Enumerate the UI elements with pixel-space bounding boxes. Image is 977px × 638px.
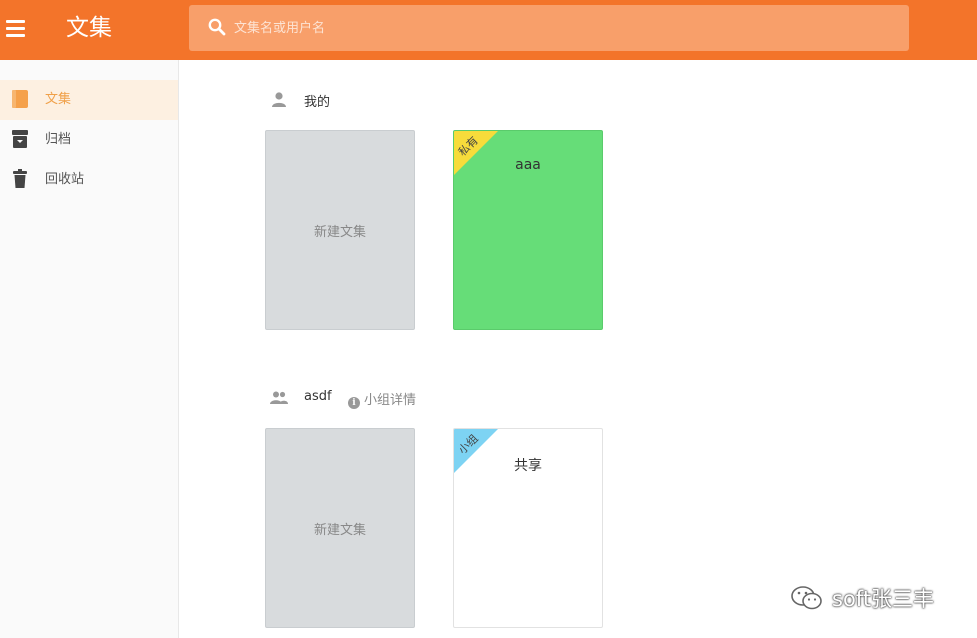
sidebar-item-label: 回收站 [45, 172, 85, 187]
card-title: 共享 [514, 458, 542, 474]
sidebar-item-label: 文集 [45, 92, 72, 107]
card-label: 新建文集 [313, 522, 366, 538]
collection-card-shared[interactable]: 小组 共享 [453, 428, 603, 628]
sidebar-item-collections[interactable]: 文集 [0, 80, 178, 120]
new-collection-card[interactable]: 新建文集 [265, 130, 415, 330]
sidebar-item-trash[interactable]: 回收站 [0, 160, 178, 200]
group-name: 我的 [304, 95, 331, 110]
user-icon [272, 92, 286, 107]
new-collection-card[interactable]: 新建文集 [265, 428, 415, 628]
collection-card-aaa[interactable]: 私有 aaa [453, 130, 603, 330]
group-name: asdf [304, 389, 332, 404]
sidebar-item-label: 归档 [45, 132, 72, 147]
watermark-text: soft张三丰 [832, 587, 935, 611]
top-bar: 文集 [0, 0, 977, 60]
wechat-icon [791, 586, 822, 610]
group-details-link[interactable]: i 小组详情 [348, 389, 416, 409]
app-title: 文集 [66, 15, 112, 41]
sidebar: 文集 归档 回收站 [0, 60, 179, 638]
search-box[interactable] [189, 5, 909, 51]
archive-icon [12, 130, 28, 148]
search-input[interactable] [234, 5, 894, 51]
card-label: 新建文集 [313, 224, 366, 240]
hamburger-menu-icon[interactable] [6, 18, 26, 40]
search-icon [208, 18, 226, 36]
book-icon [12, 90, 28, 108]
sidebar-item-archive[interactable]: 归档 [0, 120, 178, 160]
users-icon [270, 391, 288, 404]
group-details-label: 小组详情 [364, 393, 417, 408]
info-icon: i [348, 397, 360, 409]
card-title: aaa [515, 157, 541, 173]
trash-icon [13, 169, 27, 188]
